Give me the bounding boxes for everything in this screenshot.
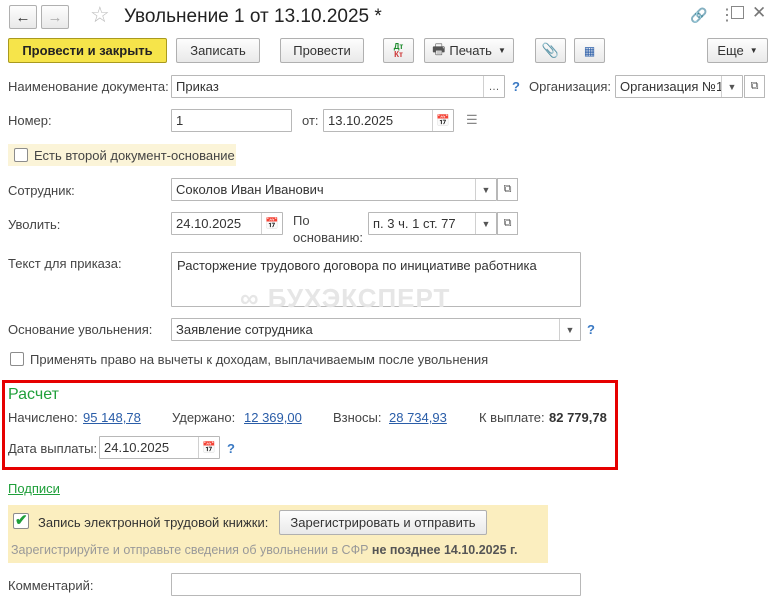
etk-checkbox[interactable]: ✔ [13,512,29,529]
employee-select[interactable]: Соколов Иван Иванович ▼ [171,178,497,201]
calc-title: Расчет [8,386,59,403]
printer-icon: 🖶 [432,40,446,57]
payout-value: 82 779,78 [549,410,607,425]
maximize-icon[interactable] [731,6,744,19]
basis-value: п. 3 ч. 1 ст. 77 [373,216,456,231]
structure-button[interactable]: ▦ [574,38,605,63]
link-icon[interactable]: 🔗 [690,7,707,24]
paperclip-icon: 📎 [541,42,560,58]
number-label: Номер: [8,113,52,128]
order-text-label: Текст для приказа: [8,256,122,271]
second-basis-label: Есть второй документ-основание [34,148,235,163]
pay-date-label: Дата выплаты: [8,441,98,456]
attach-button[interactable]: 📎 [535,38,566,63]
watermark-logo-icon: ∞ [240,283,260,313]
contributions-link[interactable]: 28 734,93 [389,410,447,425]
deductions-label: Применять право на вычеты к доходам, вып… [30,352,489,367]
chevron-down-icon: ▼ [749,46,758,55]
number-input[interactable]: 1 [171,109,292,132]
doc-name-label: Наименование документа: [8,79,169,94]
basis-label-2: основанию: [293,230,363,245]
watermark-text: БУХЭКСПЕРТ [267,283,451,313]
dt-kt-icon: Дт Кт [393,41,404,59]
accrued-label: Начислено: [8,410,78,425]
dismiss-date-input[interactable]: 24.10.2025 📅 [171,212,283,235]
order-text-value: Расторжение трудового договора по инициа… [177,258,537,273]
withheld-link[interactable]: 12 369,00 [244,410,302,425]
signatures-link[interactable]: Подписи [8,481,60,496]
print-button[interactable]: 🖶 Печать ▼ [424,38,514,63]
pay-date-value: 24.10.2025 [104,440,170,455]
org-select[interactable]: Организация №1 ▼ [615,75,743,98]
save-button[interactable]: Записать [176,38,260,63]
employee-label: Сотрудник: [8,183,75,198]
chevron-down-icon[interactable]: ▼ [475,179,496,200]
calendar-icon[interactable]: 📅 [432,110,453,131]
dismiss-label: Уволить: [8,217,61,232]
etk-note-text: Зарегистрируйте и отправьте сведения об … [11,543,372,557]
org-label: Организация: [529,79,612,94]
dt-kt-button[interactable]: Дт Кт [383,38,414,63]
payout-label: К выплате: [479,410,545,425]
reason-value: Заявление сотрудника [176,322,313,337]
reason-label: Основание увольнения: [8,322,153,337]
open-basis-button[interactable]: ⧉ [497,212,518,235]
etk-note: Зарегистрируйте и отправьте сведения об … [11,543,517,557]
reason-select[interactable]: Заявление сотрудника ▼ [171,318,581,341]
basis-select[interactable]: п. 3 ч. 1 ст. 77 ▼ [368,212,497,235]
more-button[interactable]: Еще ▼ [707,38,768,63]
watermark-logo: ∞ БУХЭКСПЕРТ [240,283,450,314]
open-icon: ⧉ [750,80,759,92]
arrow-right-icon: → [47,8,63,26]
chevron-down-icon[interactable]: ▼ [475,213,496,234]
help-icon[interactable]: ? [587,322,595,337]
post-and-close-button[interactable]: Провести и закрыть [8,38,167,63]
post-button[interactable]: Провести [280,38,364,63]
pay-date-input[interactable]: 24.10.2025 📅 [99,436,220,459]
etk-note-deadline: не позднее 14.10.2025 г. [371,543,518,557]
calendar-icon[interactable]: 📅 [261,213,282,234]
org-value: Организация №1 [620,79,724,94]
back-button[interactable]: ← [9,5,37,29]
window-title: Увольнение 1 от 13.10.2025 * [124,6,382,27]
date-input[interactable]: 13.10.2025 📅 [323,109,454,132]
more-label: Еще [717,43,744,58]
comment-label: Комментарий: [8,578,94,593]
withheld-label: Удержано: [172,410,236,425]
forward-button[interactable]: → [41,5,69,29]
checkmark-icon: ✔ [15,512,28,529]
chevron-down-icon[interactable]: ▼ [559,319,580,340]
open-org-button[interactable]: ⧉ [744,75,765,98]
doc-name-value: Приказ [176,79,219,94]
structure-icon: ▦ [583,43,596,58]
open-employee-button[interactable]: ⧉ [497,178,518,201]
date-from-label: от: [302,113,319,128]
comment-input[interactable] [171,573,581,596]
register-send-button[interactable]: Зарегистрировать и отправить [279,510,487,535]
basis-label-1: По [293,213,310,228]
star-icon[interactable]: ☆ [90,2,110,28]
arrow-left-icon: ← [15,8,31,26]
history-icon[interactable]: ☰ [466,112,478,128]
deductions-checkbox[interactable] [10,352,24,366]
chevron-down-icon: ▼ [497,46,506,55]
chevron-down-icon[interactable]: ▼ [721,76,742,97]
close-icon[interactable]: ✕ [752,3,766,23]
contributions-label: Взносы: [333,410,382,425]
open-icon: ⧉ [503,217,512,229]
help-icon[interactable]: ? [512,79,520,94]
select-dots-icon[interactable]: … [483,76,504,97]
date-value: 13.10.2025 [328,113,394,128]
calendar-icon[interactable]: 📅 [198,437,219,458]
print-label: Печать [449,43,492,58]
dismiss-date-value: 24.10.2025 [176,216,242,231]
etk-label: Запись электронной трудовой книжки: [38,515,269,530]
doc-name-input[interactable]: Приказ … [171,75,505,98]
second-basis-checkbox[interactable] [14,148,28,162]
employee-value: Соколов Иван Иванович [176,182,324,197]
accrued-link[interactable]: 95 148,78 [83,410,141,425]
calc-section-highlight [2,380,618,470]
open-icon: ⧉ [503,183,512,195]
help-icon[interactable]: ? [227,441,235,456]
